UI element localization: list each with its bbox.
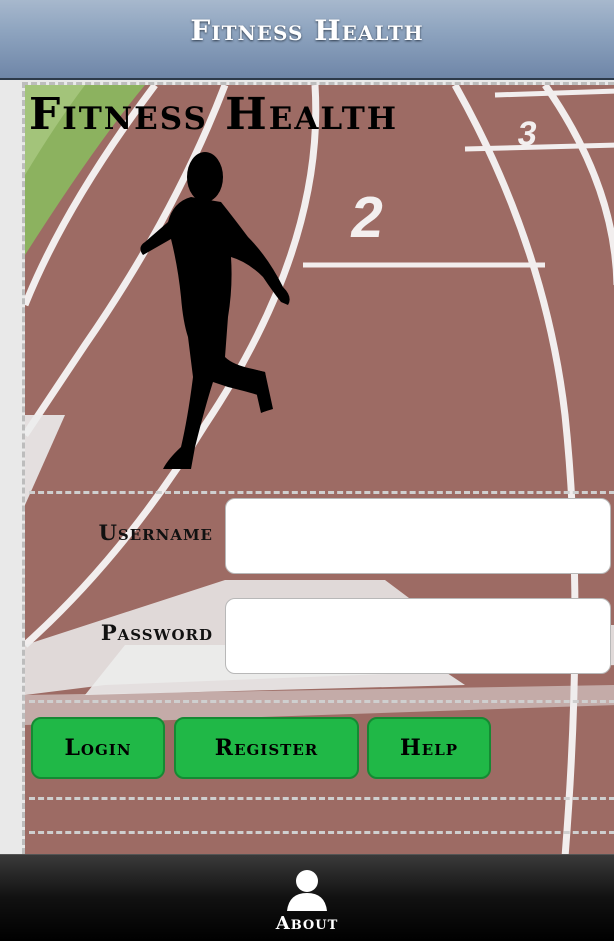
tab-about[interactable]: About [257, 861, 357, 941]
password-label: Password [100, 620, 213, 645]
login-form: Username Password [29, 491, 614, 703]
header-title: Fitness Health [190, 14, 424, 47]
main-content: 2 3 Fitness Health Username Password Log… [22, 82, 614, 854]
user-icon [287, 870, 327, 911]
password-input[interactable] [225, 598, 611, 674]
username-label: Username [98, 520, 213, 545]
runner-silhouette-icon [140, 152, 290, 469]
tab-about-label: About [275, 913, 339, 934]
divider [29, 831, 614, 834]
app-header: Fitness Health [0, 0, 614, 80]
login-button[interactable]: Login [31, 717, 165, 779]
help-button[interactable]: Help [367, 717, 491, 779]
register-button[interactable]: Register [174, 717, 359, 779]
button-row: Login Register Help [29, 697, 614, 800]
username-input[interactable] [225, 498, 611, 574]
page-title: Fitness Health [29, 89, 399, 140]
bottom-nav: About [0, 854, 614, 941]
